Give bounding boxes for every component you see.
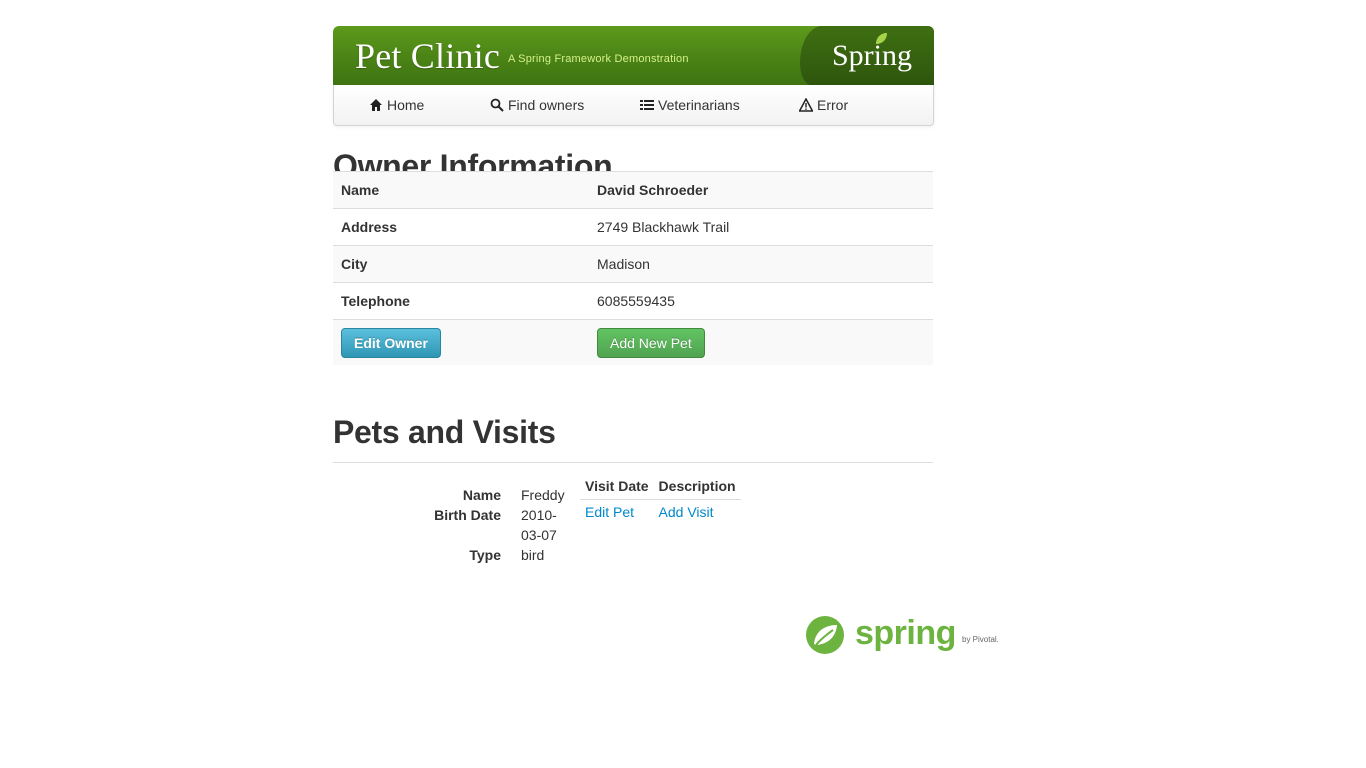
visits-table: Visit Date Description Edit Pet Add Visi… <box>580 473 741 524</box>
table-row: Address 2749 Blackhawk Trail <box>333 208 933 246</box>
owner-details-table: Name David Schroeder Address 2749 Blackh… <box>333 171 933 365</box>
add-pet-cell: Add New Pet <box>589 319 933 365</box>
visit-date-header: Visit Date <box>580 473 654 500</box>
owner-name-value: David Schroeder <box>589 171 933 209</box>
owner-telephone-value: 6085559435 <box>589 282 933 320</box>
owner-name-label: Name <box>333 171 589 209</box>
table-row: Visit Date Description <box>580 473 741 500</box>
spring-by-pivotal-logo: spring by Pivotal. <box>805 613 1005 657</box>
edit-pet-link[interactable]: Edit Pet <box>585 504 634 520</box>
pet-type-value: bird <box>521 547 545 563</box>
owner-address-value: 2749 Blackhawk Trail <box>589 208 933 246</box>
pet-name-label: Name <box>462 487 501 503</box>
pet-birth-date-line2: 03-07 <box>521 527 557 543</box>
add-visit-link[interactable]: Add Visit <box>659 504 714 520</box>
edit-owner-cell: Edit Owner <box>333 319 589 365</box>
spring-logo-text: spring <box>855 614 956 652</box>
table-row: Name David Schroeder <box>333 171 933 209</box>
description-header: Description <box>653 473 741 500</box>
pet-birth-date-line1: 2010- <box>521 507 557 523</box>
add-visit-cell: Add Visit <box>654 500 741 525</box>
pet-birth-date-label: Birth Date <box>434 507 501 523</box>
table-row: Edit Owner Add New Pet <box>333 319 933 365</box>
spring-leaf-logo-icon <box>806 616 844 654</box>
pet-type-label: Type <box>469 547 501 563</box>
edit-owner-button[interactable]: Edit Owner <box>341 327 441 358</box>
table-row: City Madison <box>333 245 933 283</box>
pet-name-value: Freddy <box>521 487 565 503</box>
add-new-pet-button[interactable]: Add New Pet <box>597 327 705 358</box>
owner-address-label: Address <box>333 208 589 246</box>
edit-pet-cell: Edit Pet <box>580 500 654 525</box>
owner-telephone-label: Telephone <box>333 282 589 320</box>
table-row: Edit Pet Add Visit <box>580 500 741 525</box>
by-pivotal-text: by Pivotal. <box>962 635 999 644</box>
owner-city-label: City <box>333 245 589 283</box>
pets-and-visits-heading: Pets and Visits <box>333 414 556 450</box>
owner-city-value: Madison <box>589 245 933 283</box>
section-divider <box>333 462 933 463</box>
table-row: Telephone 6085559435 <box>333 282 933 320</box>
